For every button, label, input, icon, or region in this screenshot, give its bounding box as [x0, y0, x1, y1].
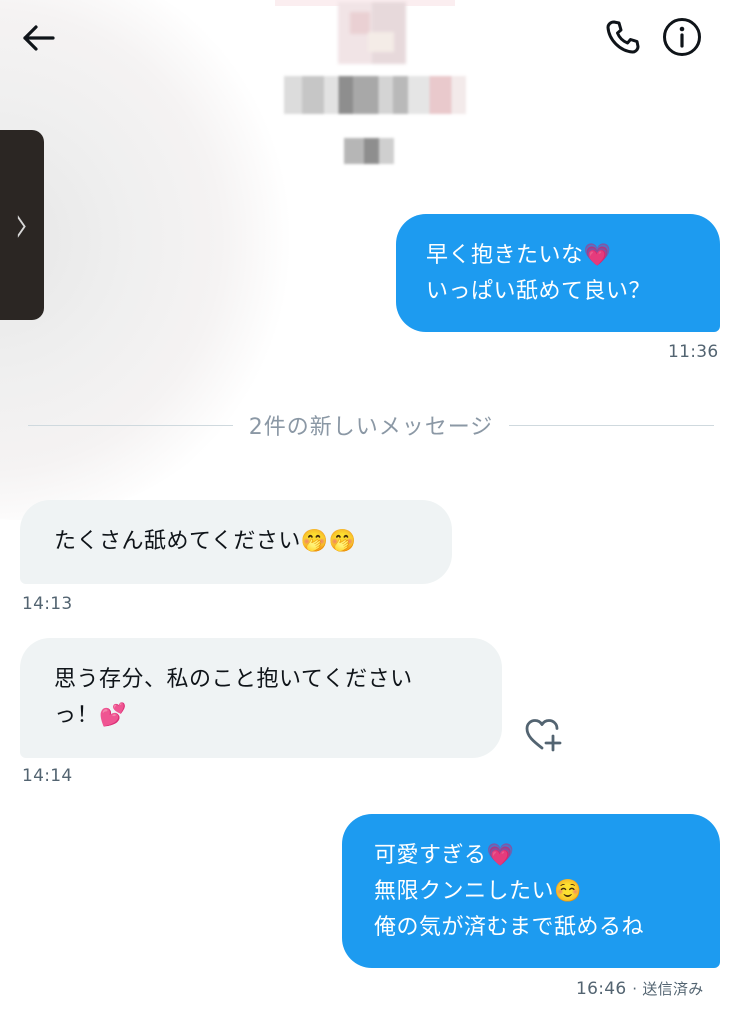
message-bubble-received[interactable]: たくさん舐めてください🤭🤭 [20, 500, 452, 584]
message-text-line: っ！💕 [54, 703, 127, 728]
message-text-line: 可愛すぎる💗 [374, 843, 515, 868]
dm-conversation-screen: › 早く抱きたいな💗 いっぱい舐めて良い？ 11:36 2件の新しいメッセージ … [0, 0, 744, 1024]
message-bubble-sent[interactable]: 早く抱きたいな💗 いっぱい舐めて良い？ [396, 214, 720, 332]
message-bubble-received[interactable]: 思う存分、私のこと抱いてください っ！💕 [20, 638, 502, 758]
call-button[interactable] [598, 12, 648, 62]
divider-rule [509, 424, 714, 426]
message-text-line: たくさん舐めてください🤭🤭 [54, 529, 357, 554]
message-timestamp-with-status: 16:46 · 送信済み [576, 978, 704, 999]
conversation-info-button[interactable] [657, 12, 707, 62]
heart-plus-icon [525, 719, 562, 752]
avatar[interactable] [338, 2, 406, 64]
conversation-header [0, 0, 744, 190]
message-text-line: 思う存分、私のこと抱いてください [54, 667, 413, 692]
message-bubble-sent[interactable]: 可愛すぎる💗 無限クンニしたい☺️ 俺の気が済むまで舐めるね [342, 814, 720, 968]
message-timestamp: 14:13 [22, 594, 73, 614]
phone-icon [606, 20, 640, 54]
divider-rule [28, 424, 233, 426]
contact-username [344, 138, 394, 164]
new-messages-divider: 2件の新しいメッセージ [28, 408, 714, 442]
info-icon [663, 18, 701, 56]
message-timestamp: 11:36 [668, 342, 719, 362]
arrow-left-icon [23, 25, 55, 51]
message-status: · 送信済み [632, 980, 704, 998]
add-reaction-button[interactable] [520, 712, 568, 756]
message-text-line: 無限クンニしたい☺️ [374, 879, 582, 904]
contact-display-name [284, 76, 466, 114]
message-time: 16:46 [576, 979, 627, 999]
message-text-line: いっぱい舐めて良い？ [426, 279, 652, 304]
new-messages-label: 2件の新しいメッセージ [248, 415, 494, 440]
message-text-line: 早く抱きたいな💗 [426, 243, 612, 268]
message-timestamp: 14:14 [22, 766, 73, 786]
chevron-right-icon: › [15, 193, 29, 257]
message-text-line: 俺の気が済むまで舐めるね [374, 915, 645, 940]
back-button[interactable] [14, 14, 62, 62]
